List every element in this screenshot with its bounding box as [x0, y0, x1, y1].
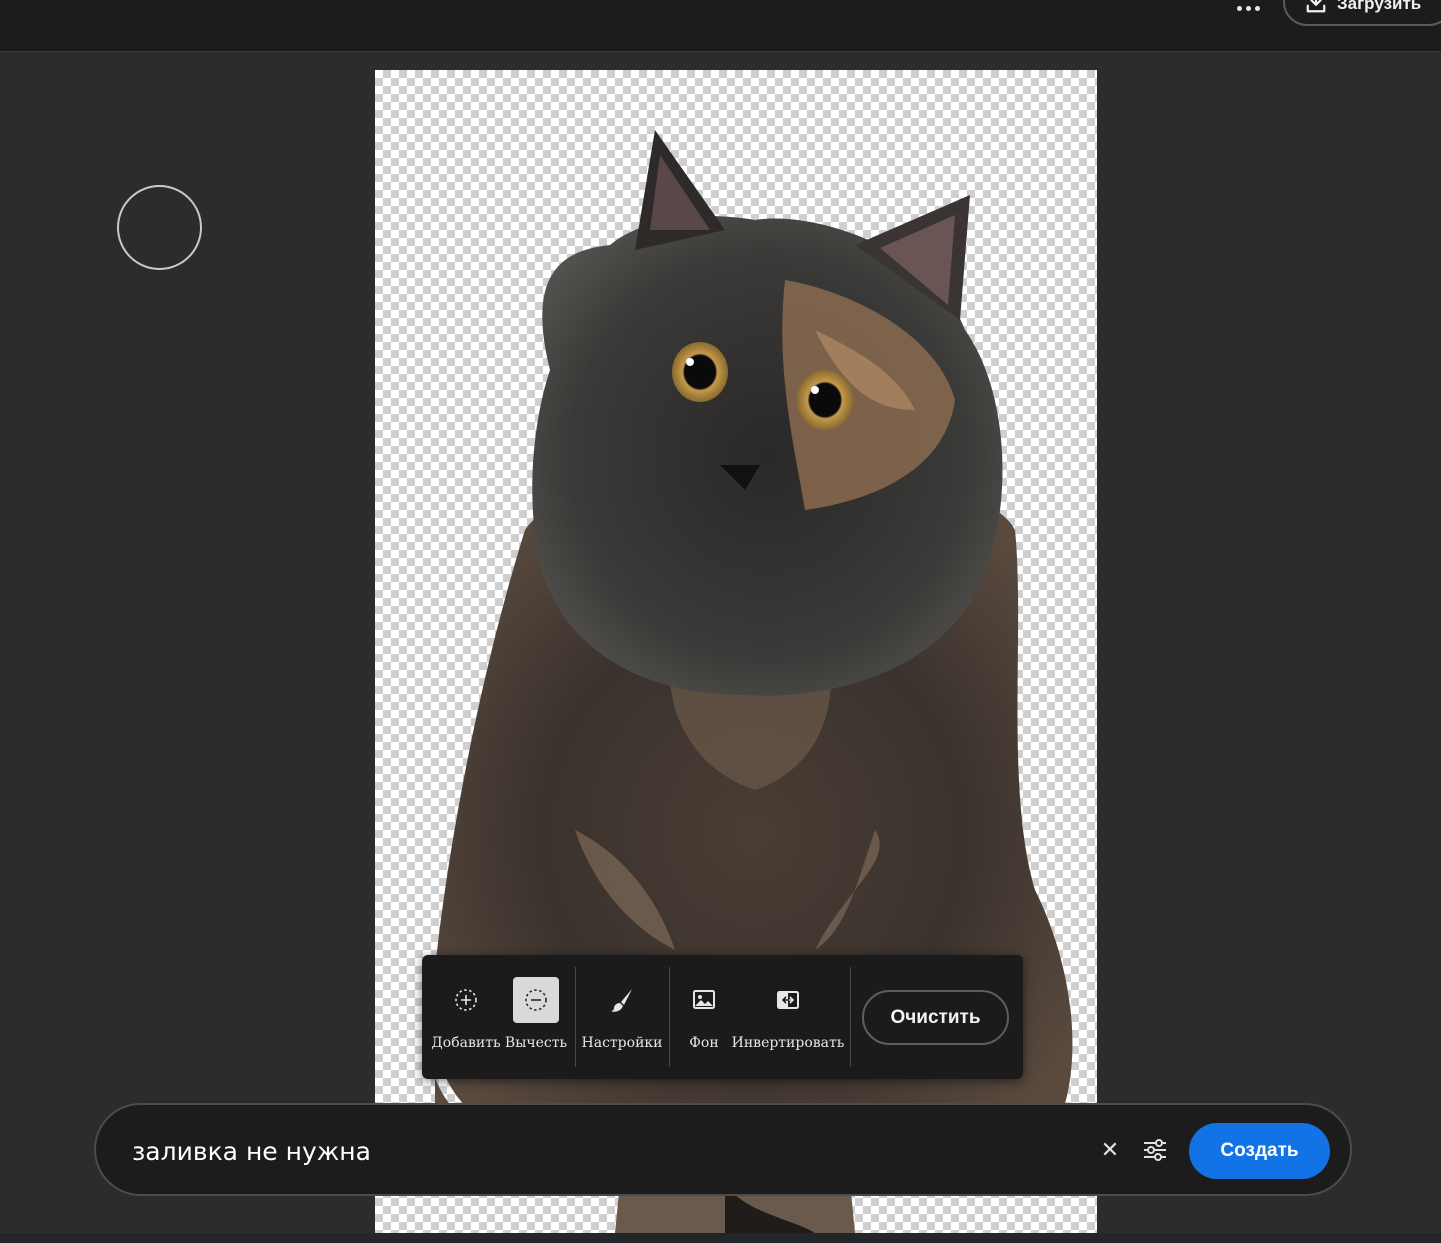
clear-prompt-button[interactable]: ✕: [1098, 1135, 1122, 1165]
brush-cursor: [117, 185, 202, 270]
subtract-tool[interactable]: Вычесть: [504, 977, 568, 1067]
selection-toolbar: Добавить Вычесть Настройки Фон Инвертиро…: [422, 955, 1023, 1079]
bottom-strip: [0, 1233, 1441, 1243]
tool-label: Вычесть: [504, 1035, 568, 1051]
tool-label: Добавить: [431, 1035, 501, 1051]
download-label: Загрузить: [1337, 0, 1422, 13]
tool-label: Настройки: [581, 1035, 663, 1051]
prompt-input[interactable]: [132, 1127, 1032, 1175]
tool-label: Фон: [689, 1035, 719, 1051]
image-icon: [693, 990, 715, 1009]
tool-label: Инвертировать: [731, 1035, 845, 1051]
toolbar-divider: [850, 967, 851, 1067]
subtract-selection-icon: [525, 989, 547, 1011]
background-tool[interactable]: Фон: [680, 977, 728, 1067]
invert-tool[interactable]: Инвертировать: [732, 977, 844, 1067]
create-button[interactable]: Создать: [1189, 1123, 1330, 1179]
clear-button[interactable]: Очистить: [862, 990, 1009, 1045]
add-selection-icon: [455, 989, 477, 1011]
prompt-bar: ✕ Создать: [94, 1103, 1352, 1196]
toolbar-divider: [669, 967, 670, 1067]
more-horizontal-icon: [1236, 5, 1242, 11]
add-tool[interactable]: Добавить: [431, 977, 501, 1067]
invert-icon: [777, 991, 799, 1009]
more-options-button[interactable]: [1230, 0, 1266, 16]
settings-tool[interactable]: Настройки: [581, 977, 663, 1067]
brush-icon: [611, 989, 632, 1012]
sliders-icon[interactable]: [1141, 1136, 1169, 1164]
top-bar: Загрузить: [0, 0, 1441, 52]
download-icon: [1306, 0, 1326, 13]
close-icon: ✕: [1100, 1137, 1120, 1163]
download-button[interactable]: Загрузить: [1283, 0, 1441, 26]
toolbar-divider: [575, 967, 576, 1067]
